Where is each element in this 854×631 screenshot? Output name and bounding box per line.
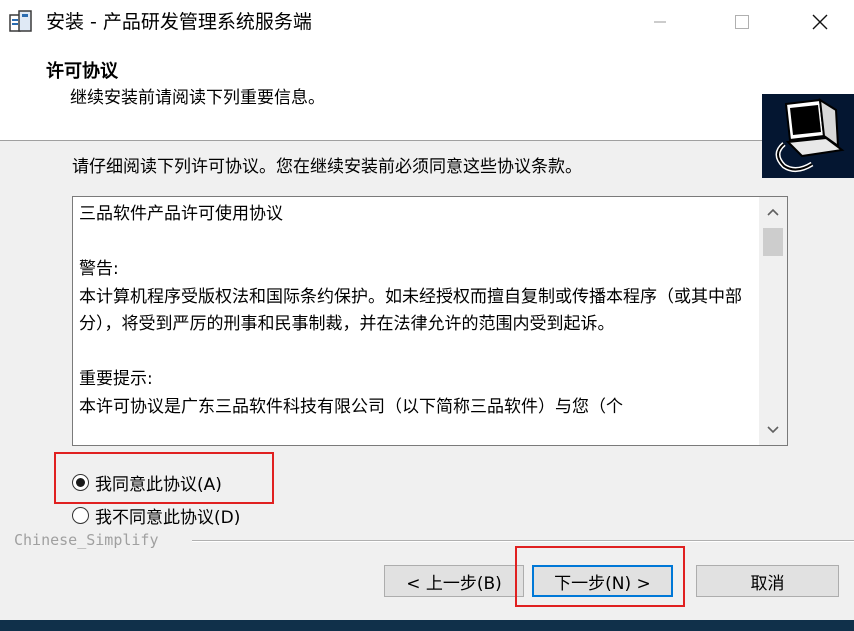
minimize-button[interactable] [630, 0, 690, 44]
back-button[interactable]: < 上一步(B) [384, 565, 524, 597]
next-highlight-box [515, 546, 685, 607]
footer-divider [192, 540, 854, 542]
scroll-down-button[interactable] [759, 415, 787, 445]
decline-agreement-label: 我不同意此协议(D) [95, 507, 241, 528]
license-scrollbar[interactable] [759, 197, 787, 445]
license-text-box[interactable]: 三品软件产品许可使用协议 警告: 本计算机程序受版权法和国际条约保护。如未经授权… [72, 196, 788, 446]
close-icon [812, 14, 828, 30]
installer-window: 安装 - 产品研发管理系统服务端 许可协议 继续安装前请阅读下列重要信息。 请仔… [0, 0, 854, 620]
scroll-up-button[interactable] [759, 197, 787, 227]
maximize-icon [735, 15, 749, 29]
chevron-up-icon [767, 208, 779, 216]
minimize-icon [654, 21, 666, 23]
page-subtitle: 继续安装前请阅读下列重要信息。 [70, 88, 325, 108]
cancel-button[interactable]: 取消 [696, 565, 839, 597]
window-title: 安装 - 产品研发管理系统服务端 [46, 11, 312, 33]
scroll-thumb[interactable] [763, 228, 783, 256]
close-button[interactable] [790, 0, 850, 44]
page-title: 许可协议 [46, 61, 118, 82]
decline-agreement-radio[interactable]: 我不同意此协议(D) [72, 502, 240, 528]
wizard-header: 许可协议 继续安装前请阅读下列重要信息。 [0, 44, 854, 178]
installer-icon [8, 9, 34, 35]
language-label: Chinese_Simplify [14, 531, 159, 549]
license-text: 三品软件产品许可使用协议 警告: 本计算机程序受版权法和国际条约保护。如未经授权… [79, 204, 742, 417]
chevron-down-icon [767, 426, 779, 434]
computer-install-icon [762, 94, 854, 178]
maximize-button[interactable] [712, 0, 772, 44]
accept-highlight-box [54, 452, 274, 504]
license-intro-text: 请仔细阅读下列许可协议。您在继续安装前必须同意这些协议条款。 [72, 157, 582, 177]
title-bar[interactable]: 安装 - 产品研发管理系统服务端 [0, 0, 854, 44]
radio-unselected-icon [72, 506, 89, 524]
desktop-background [0, 620, 854, 631]
